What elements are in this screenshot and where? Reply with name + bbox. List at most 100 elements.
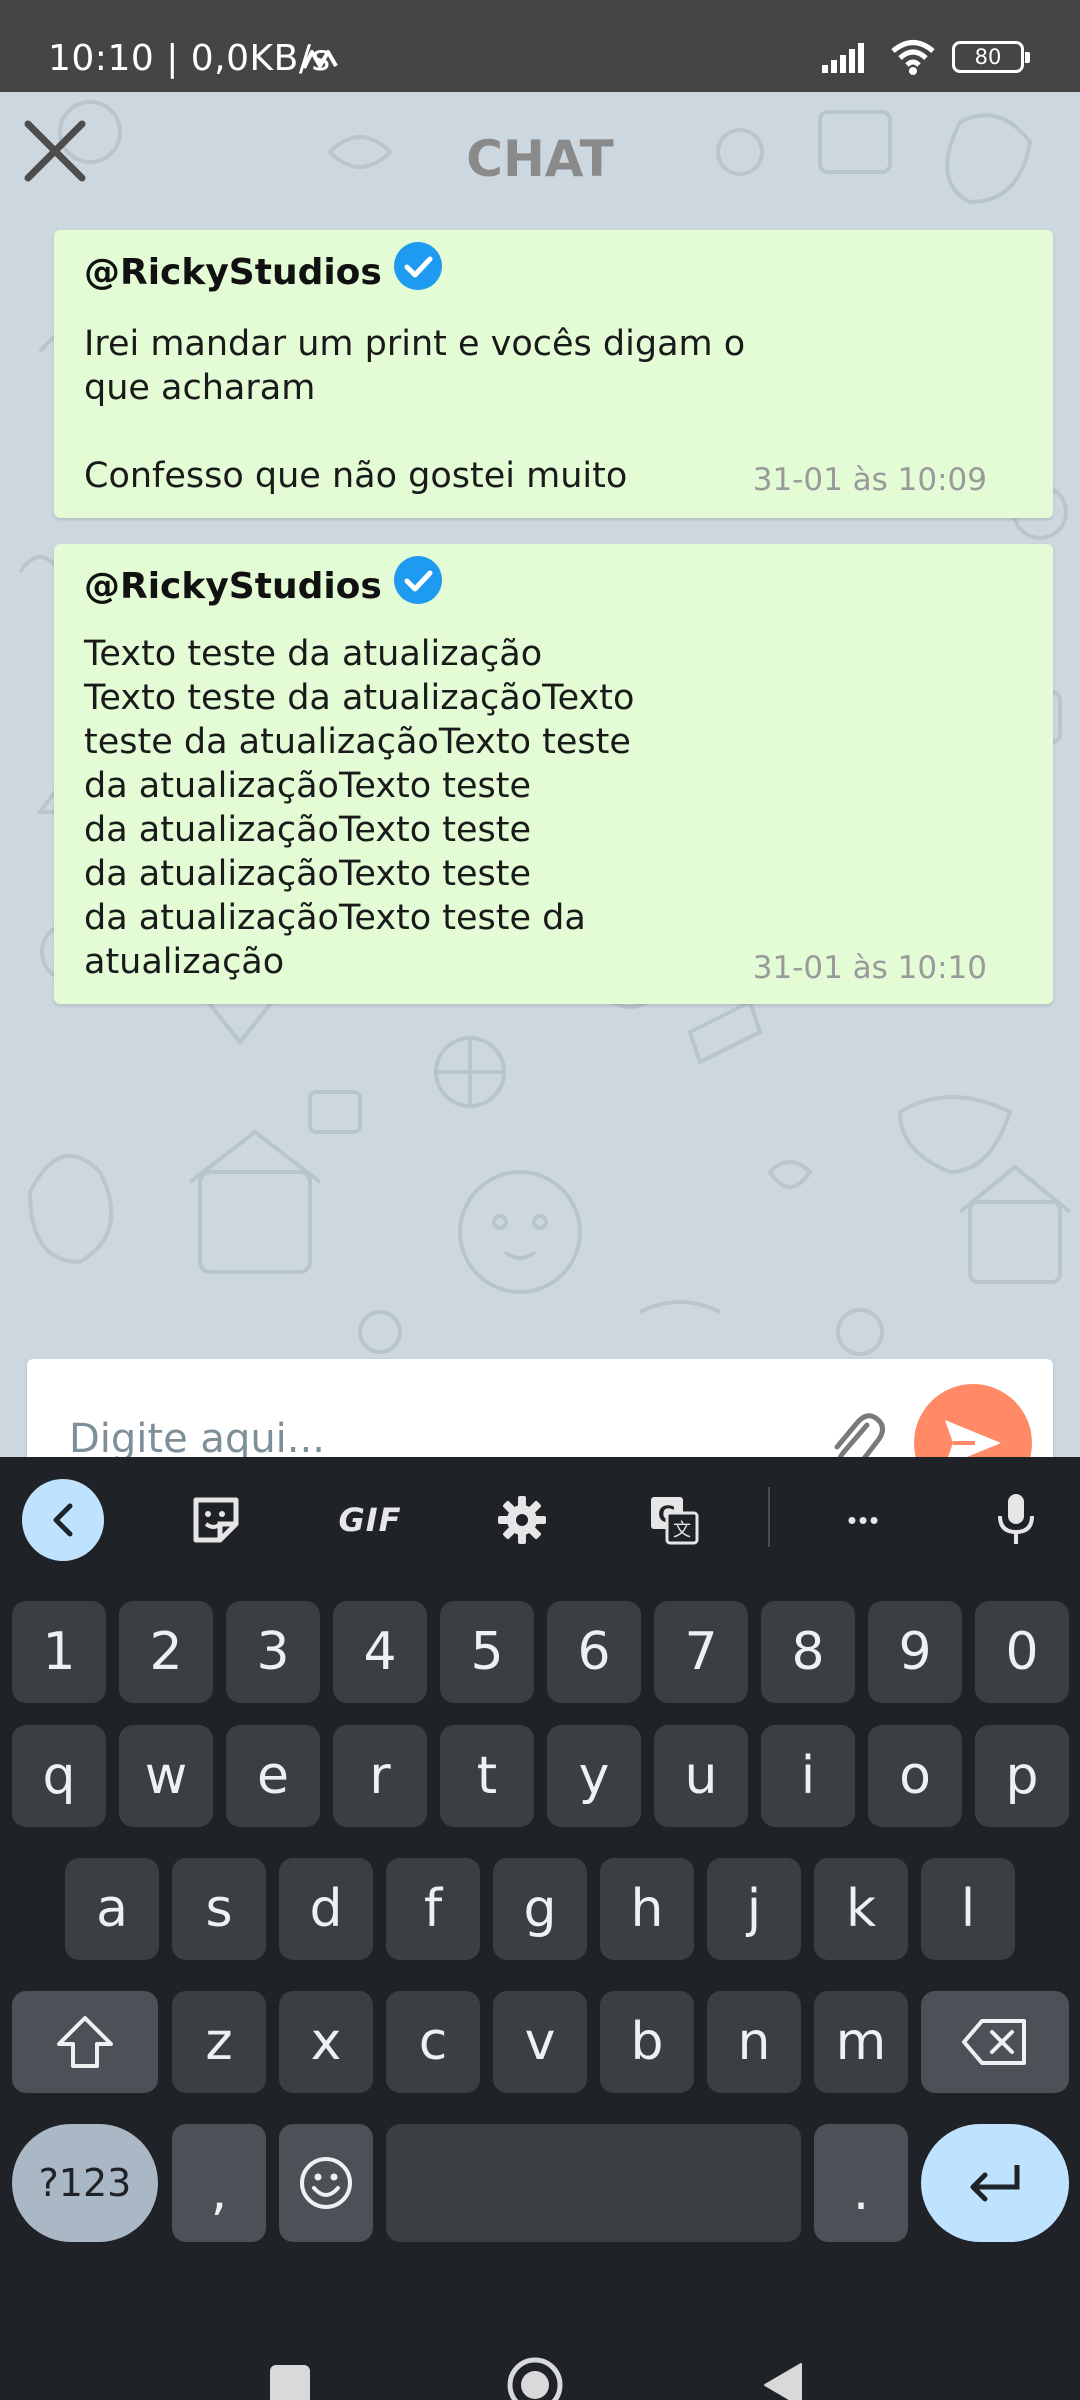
- key[interactable]: f: [386, 1858, 480, 1960]
- keyboard-toolbar: GIF G: [0, 1457, 1080, 1577]
- message-sender: @RickyStudios: [84, 241, 444, 293]
- status-time: 10:10 | 0,0KB/s: [48, 38, 331, 79]
- shift-icon: [57, 2016, 113, 2068]
- period-key[interactable]: .: [814, 2124, 908, 2242]
- navigation-bar: [0, 2255, 1080, 2400]
- message-input-bar: [27, 1359, 1053, 1457]
- attach-button[interactable]: [823, 1407, 887, 1457]
- chat-area[interactable]: CHAT @RickyStudios Irei mandar um print …: [0, 92, 1080, 1457]
- paperclip-icon: [834, 1413, 885, 1457]
- message-bubble[interactable]: @RickyStudios Irei mandar um print e voc…: [54, 230, 1053, 518]
- key[interactable]: 5: [440, 1601, 534, 1703]
- message-bubble[interactable]: @RickyStudios Texto teste da atualização…: [54, 544, 1053, 1004]
- key[interactable]: y: [547, 1725, 641, 1827]
- wifi-icon: [891, 40, 935, 75]
- gif-button[interactable]: GIF: [332, 1484, 408, 1556]
- activity-icon: [302, 50, 338, 69]
- send-button[interactable]: [914, 1384, 1032, 1457]
- home-circle-icon: [507, 2357, 563, 2400]
- recents-button[interactable]: [240, 2335, 340, 2400]
- key[interactable]: p: [975, 1725, 1069, 1827]
- chat-header: CHAT: [0, 92, 1080, 222]
- message-timestamp: 31-01 às 10:10: [752, 950, 987, 986]
- backspace-key[interactable]: [921, 1991, 1069, 2093]
- verified-badge-icon: [393, 241, 442, 290]
- spacebar[interactable]: [386, 2124, 801, 2242]
- home-button[interactable]: [485, 2335, 585, 2400]
- back-button[interactable]: [733, 2335, 833, 2400]
- emoji-icon: [300, 2157, 352, 2209]
- key[interactable]: 8: [761, 1601, 855, 1703]
- key[interactable]: c: [386, 1991, 480, 2093]
- message-sender: @RickyStudios: [84, 555, 444, 607]
- send-icon: [945, 1420, 1001, 1457]
- shift-key[interactable]: [12, 1991, 158, 2093]
- triangle-back-icon: [764, 2363, 802, 2400]
- key[interactable]: 6: [547, 1601, 641, 1703]
- verified-badge-icon: [393, 555, 442, 604]
- signal-icon: [822, 43, 864, 73]
- page-title: CHAT: [466, 130, 614, 188]
- key[interactable]: h: [600, 1858, 694, 1960]
- status-icons: 80: [822, 38, 1030, 76]
- key[interactable]: u: [654, 1725, 748, 1827]
- more-button[interactable]: •••: [828, 1484, 900, 1556]
- key[interactable]: g: [493, 1858, 587, 1960]
- status-bar: 10:10 | 0,0KB/s 80: [0, 0, 1080, 92]
- message-text: Irei mandar um print e vocês digam o que…: [84, 324, 746, 496]
- key[interactable]: k: [814, 1858, 908, 1960]
- key[interactable]: 7: [654, 1601, 748, 1703]
- key[interactable]: x: [279, 1991, 373, 2093]
- key[interactable]: 0: [975, 1601, 1069, 1703]
- key[interactable]: a: [65, 1858, 159, 1960]
- key[interactable]: 4: [333, 1601, 427, 1703]
- enter-icon: [970, 2165, 1020, 2202]
- symbols-key[interactable]: ?123: [12, 2124, 158, 2242]
- svg-text:文: 文: [673, 1520, 691, 1541]
- settings-button[interactable]: [486, 1484, 558, 1556]
- key[interactable]: j: [707, 1858, 801, 1960]
- key[interactable]: 9: [868, 1601, 962, 1703]
- gear-icon: [498, 1496, 546, 1544]
- sender-name: @RickyStudios: [84, 252, 382, 293]
- key[interactable]: o: [868, 1725, 962, 1827]
- emoji-key[interactable]: [279, 2124, 373, 2242]
- translate-button[interactable]: G 文: [638, 1484, 710, 1556]
- message-text: Texto teste da atualização Texto teste d…: [84, 634, 635, 982]
- comma-key[interactable]: ,: [172, 2124, 266, 2242]
- enter-key[interactable]: [921, 2124, 1069, 2242]
- key[interactable]: 1: [12, 1601, 106, 1703]
- battery-icon: 80: [952, 41, 1030, 73]
- chevron-left-icon: [53, 1503, 73, 1537]
- key[interactable]: s: [172, 1858, 266, 1960]
- key[interactable]: i: [761, 1725, 855, 1827]
- sender-name: @RickyStudios: [84, 566, 382, 607]
- more-label: •••: [847, 1504, 881, 1535]
- square-icon: [270, 2365, 310, 2400]
- message-input[interactable]: [69, 1399, 829, 1457]
- backspace-icon: [962, 2019, 1026, 2065]
- key[interactable]: r: [333, 1725, 427, 1827]
- key[interactable]: 3: [226, 1601, 320, 1703]
- key[interactable]: m: [814, 1991, 908, 2093]
- translate-icon: G 文: [651, 1497, 699, 1545]
- sticker-icon: [193, 1497, 239, 1543]
- toolbar-divider: [768, 1487, 770, 1547]
- sticker-button[interactable]: [180, 1484, 252, 1556]
- gif-label: GIF: [338, 1501, 402, 1539]
- key[interactable]: v: [493, 1991, 587, 2093]
- key[interactable]: d: [279, 1858, 373, 1960]
- voice-input-button[interactable]: [980, 1484, 1052, 1556]
- message-timestamp: 31-01 às 10:09: [752, 462, 987, 498]
- key[interactable]: n: [707, 1991, 801, 2093]
- key[interactable]: t: [440, 1725, 534, 1827]
- key[interactable]: w: [119, 1725, 213, 1827]
- key[interactable]: q: [12, 1725, 106, 1827]
- keyboard-back-button[interactable]: [22, 1479, 104, 1561]
- key[interactable]: b: [600, 1991, 694, 2093]
- key[interactable]: z: [172, 1991, 266, 2093]
- key[interactable]: l: [921, 1858, 1015, 1960]
- key[interactable]: 2: [119, 1601, 213, 1703]
- key[interactable]: e: [226, 1725, 320, 1827]
- battery-level: 80: [974, 45, 1002, 69]
